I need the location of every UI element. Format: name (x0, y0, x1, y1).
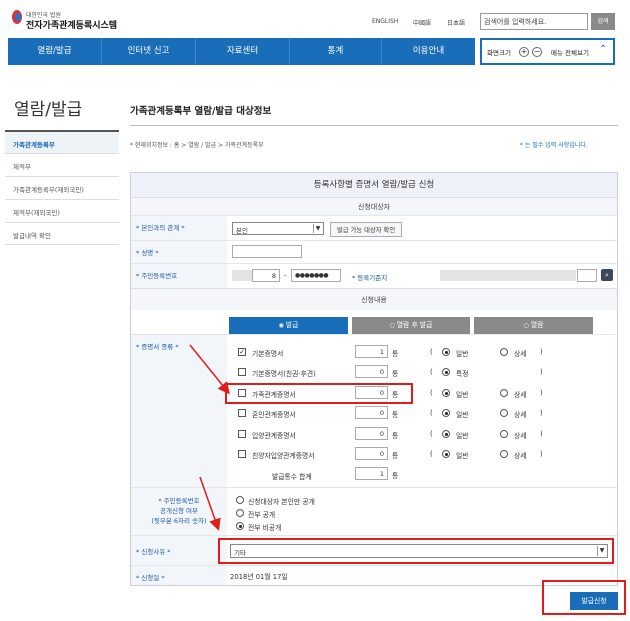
arrow-to-family-cert (189, 344, 230, 395)
annotation-arrows (189, 344, 230, 531)
arrow-to-disclose (199, 476, 221, 531)
